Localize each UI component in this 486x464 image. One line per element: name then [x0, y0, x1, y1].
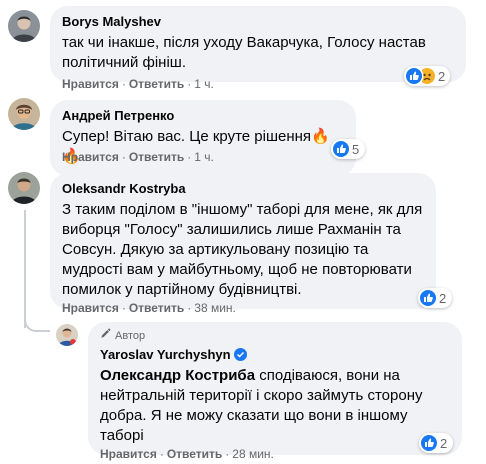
reaction-count: 2 [438, 68, 446, 84]
separator: · [187, 301, 192, 315]
comment-time[interactable]: 38 мин. [194, 301, 236, 315]
author-badge: Автор [100, 328, 450, 343]
pencil-icon [100, 328, 111, 343]
thread-connector [24, 210, 26, 328]
comment-text: так чи інакше, після уходу Вакарчука, Го… [62, 34, 426, 71]
reaction-count: 2 [439, 290, 447, 306]
like-reaction-icon [333, 141, 349, 157]
comment-time[interactable]: 28 мин. [232, 447, 274, 461]
separator: · [121, 150, 126, 164]
reply-link[interactable]: Ответить [129, 301, 184, 315]
mention-link[interactable]: Олександр Костриба [100, 367, 255, 384]
reply-link[interactable]: Ответить [129, 150, 184, 164]
comment-time[interactable]: 1 ч. [194, 77, 214, 91]
comment-author[interactable]: Андрей Петренко [62, 108, 344, 124]
like-link[interactable]: Нравится [62, 150, 119, 164]
comment-author[interactable]: Yaroslav Yurchyshyn [100, 347, 231, 362]
avatar-borys-malyshev[interactable] [8, 10, 40, 42]
like-link[interactable]: Нравится [62, 301, 119, 315]
comment-text: З таким поділом в "іншому" таборі для ме… [62, 201, 423, 298]
comment-actions: Нравится · Ответить · 1 ч. [62, 76, 214, 92]
separator: · [187, 150, 192, 164]
comment-author[interactable]: Borys Malyshev [62, 14, 454, 30]
separator: · [159, 447, 164, 461]
thread-connector-curve [24, 312, 50, 332]
separator: · [187, 77, 192, 91]
like-link[interactable]: Нравится [100, 447, 157, 461]
like-reaction-icon [406, 68, 422, 84]
comment-bubble: Oleksandr Kostryba З таким поділом в "ін… [50, 173, 436, 309]
avatar-yaroslav-yurchyshyn[interactable] [56, 324, 78, 346]
separator: · [121, 301, 126, 315]
comment-actions: Нравится · Ответить · 38 мин. [62, 300, 236, 316]
reaction-summary[interactable]: 2 [404, 66, 450, 86]
reply-link[interactable]: Ответить [129, 77, 184, 91]
comment-time[interactable]: 1 ч. [194, 150, 214, 164]
comment-bubble: Borys Malyshev так чи інакше, після уход… [50, 6, 466, 82]
reaction-summary[interactable]: 2 [419, 433, 453, 453]
reaction-summary[interactable]: 5 [331, 139, 365, 159]
reaction-count: 2 [440, 435, 448, 451]
reply-link[interactable]: Ответить [167, 447, 222, 461]
like-link[interactable]: Нравится [62, 77, 119, 91]
reaction-count: 5 [352, 141, 360, 157]
comment-actions: Нравится · Ответить · 1 ч. [62, 149, 214, 165]
comment-actions: Нравится · Ответить · 28 мин. [100, 446, 274, 462]
separator: · [121, 77, 126, 91]
reply-author-row: Yaroslav Yurchyshyn [100, 347, 450, 363]
like-reaction-icon [421, 435, 437, 451]
reply-text-block: Олександр Костриба сподіваюся, вони на н… [100, 366, 450, 446]
reply-bubble: Автор Yaroslav Yurchyshyn Олександр Кост… [88, 322, 462, 455]
comment-author[interactable]: Oleksandr Kostryba [62, 181, 424, 197]
author-badge-label: Автор [115, 329, 146, 342]
separator: · [225, 447, 230, 461]
avatar-oleksandr-kostryba[interactable] [8, 172, 40, 204]
avatar-andrey-petrenko[interactable] [8, 98, 40, 130]
verified-badge-icon [233, 348, 247, 361]
reaction-summary[interactable]: 2 [418, 288, 452, 308]
like-reaction-icon [420, 290, 436, 306]
